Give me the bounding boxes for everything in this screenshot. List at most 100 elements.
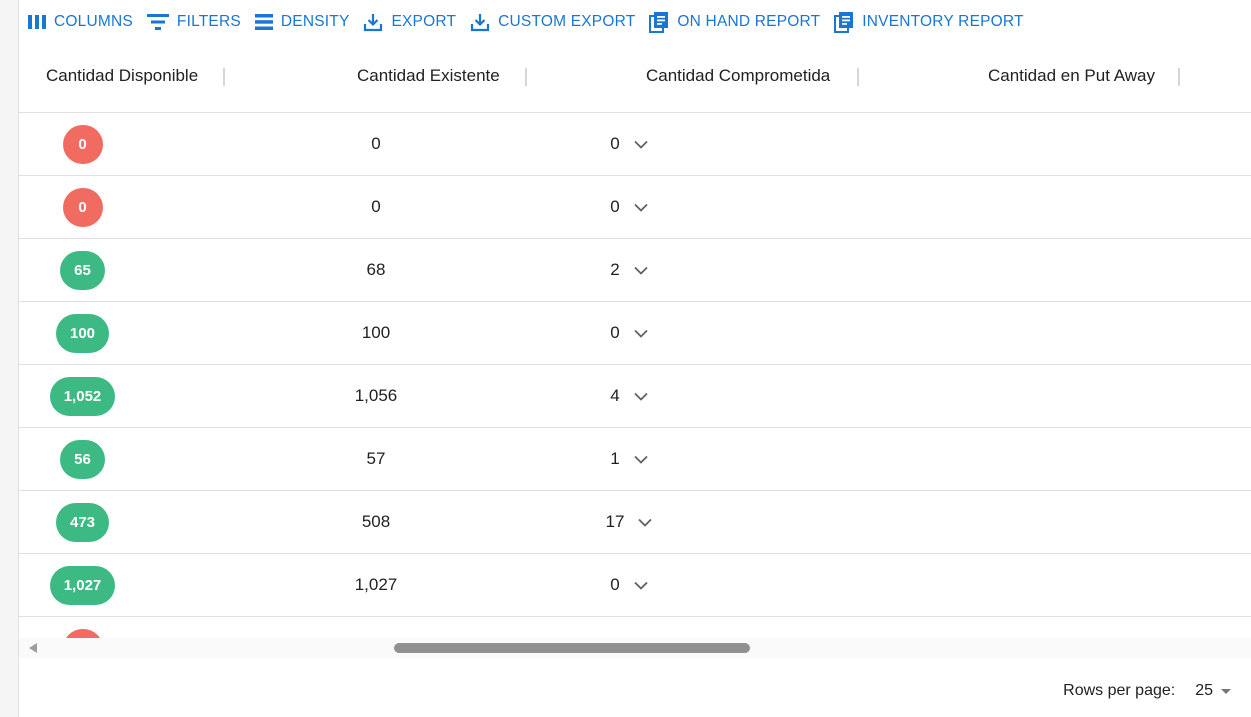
comprometida-cell: 17	[559, 491, 699, 553]
comprometida-value: 0	[610, 323, 620, 342]
comprometida-cell: 0	[559, 176, 699, 238]
chevron-down-icon[interactable]	[638, 518, 653, 527]
disponible-cell: 1,027	[19, 554, 146, 616]
comprometida-cell: 4	[559, 365, 699, 427]
existente-cell: 0	[371, 197, 381, 216]
chevron-down-icon[interactable]	[634, 203, 648, 212]
density-icon	[254, 14, 273, 30]
left-edge	[0, 0, 19, 717]
disponible-badge: 65	[60, 250, 105, 290]
columns-button[interactable]: COLUMNS	[28, 13, 133, 31]
column-header-cantidad-disponible[interactable]: Cantidad Disponible	[46, 66, 198, 86]
existente-cell: 0	[371, 134, 381, 153]
disponible-cell: 0	[19, 176, 146, 238]
disponible-badge: 1,052	[49, 376, 116, 416]
comprometida-cell: 0	[559, 617, 699, 638]
inventory-report-button[interactable]: INVENTORY REPORT	[834, 11, 1023, 33]
existente-cell: 57	[366, 449, 386, 468]
grid-body: 0 0 0 0 0 0 65 68 2 100 100 0 1,052 1,056 4 56 57 1 473 508…	[19, 113, 1251, 638]
disponible-cell: 100	[19, 302, 146, 364]
column-header-cantidad-en-put-away[interactable]: Cantidad en Put Away	[988, 66, 1155, 86]
existente-cell: 1,027	[354, 575, 398, 594]
disponible-cell: 65	[19, 239, 146, 301]
comprometida-value: 0	[610, 575, 620, 594]
existente-cell: 1,056	[354, 386, 398, 405]
existente-cell: 100	[361, 323, 391, 342]
export-label: EXPORT	[391, 13, 457, 30]
horizontal-scrollbar[interactable]	[19, 638, 1251, 658]
on-hand-report-label: ON HAND REPORT	[677, 13, 821, 30]
density-button[interactable]: DENSITY	[254, 13, 350, 31]
table-row[interactable]: 0 0 0	[19, 113, 1251, 176]
comprometida-cell: 0	[559, 113, 699, 175]
comprometida-value: 1	[610, 449, 620, 468]
disponible-cell: 0	[19, 113, 146, 175]
rows-per-page-label: Rows per page:	[1063, 682, 1176, 699]
chevron-down-icon[interactable]	[634, 140, 648, 149]
disponible-cell: 1,052	[19, 365, 146, 427]
table-row[interactable]: 0 0 0	[19, 176, 1251, 239]
custom-export-button[interactable]: CUSTOM EXPORT	[470, 12, 635, 32]
chevron-down-icon[interactable]	[634, 455, 648, 464]
table-row[interactable]: 0 0 0	[19, 617, 1251, 638]
column-header-cantidad-existente[interactable]: Cantidad Existente	[357, 66, 500, 86]
comprometida-value: 4	[610, 386, 620, 405]
export-button[interactable]: EXPORT	[363, 12, 456, 32]
pagination-footer: Rows per page: 25	[1063, 676, 1231, 706]
disponible-cell: 473	[19, 491, 146, 553]
comprometida-value: 17	[605, 512, 625, 531]
column-separator[interactable]	[223, 68, 225, 86]
table-row[interactable]: 1,027 1,027 0	[19, 554, 1251, 617]
table-row[interactable]: 473 508 17	[19, 491, 1251, 554]
filter-icon	[146, 14, 169, 30]
custom-export-label: CUSTOM EXPORT	[498, 13, 636, 30]
disponible-cell: 0	[19, 617, 146, 638]
chevron-down-icon[interactable]	[634, 392, 648, 401]
table-row[interactable]: 65 68 2	[19, 239, 1251, 302]
filters-label: FILTERS	[176, 13, 241, 30]
existente-cell: 0	[276, 617, 476, 638]
comprometida-cell: 2	[559, 239, 699, 301]
disponible-badge: 0	[62, 187, 103, 227]
report-icon	[649, 12, 669, 33]
filters-button[interactable]: FILTERS	[146, 13, 241, 31]
comprometida-cell: 0	[559, 302, 699, 364]
comprometida-value: 0	[610, 134, 620, 153]
comprometida-cell: 0	[559, 554, 699, 616]
columns-icon	[28, 15, 46, 29]
comprometida-value: 0	[610, 197, 620, 216]
disponible-badge: 56	[60, 439, 105, 479]
scroll-left-arrow-icon[interactable]	[29, 643, 37, 653]
table-row[interactable]: 1,052 1,056 4	[19, 365, 1251, 428]
scrollbar-thumb[interactable]	[394, 643, 750, 653]
report-icon	[834, 12, 854, 33]
disponible-badge: 473	[55, 502, 110, 542]
column-separator[interactable]	[857, 68, 859, 86]
caret-down-icon	[1221, 688, 1231, 694]
disponible-badge: 0	[62, 124, 103, 164]
chevron-down-icon[interactable]	[634, 266, 648, 275]
rows-per-page-value: 25	[1195, 682, 1213, 699]
chevron-down-icon[interactable]	[634, 581, 648, 590]
download-icon	[471, 14, 490, 32]
download-icon	[364, 14, 383, 32]
table-row[interactable]: 100 100 0	[19, 302, 1251, 365]
disponible-badge: 100	[55, 313, 110, 353]
disponible-badge: 0	[62, 628, 103, 638]
on-hand-report-button[interactable]: ON HAND REPORT	[649, 11, 820, 33]
column-separator[interactable]	[1178, 68, 1180, 86]
column-separator[interactable]	[525, 68, 527, 86]
inventory-report-label: INVENTORY REPORT	[862, 13, 1024, 30]
existente-cell: 68	[366, 260, 386, 279]
comprometida-cell: 1	[559, 428, 699, 490]
table-row[interactable]: 56 57 1	[19, 428, 1251, 491]
density-label: DENSITY	[280, 13, 350, 30]
column-header-row: Cantidad Disponible Cantidad Existente C…	[19, 46, 1251, 113]
columns-label: COLUMNS	[54, 13, 133, 30]
comprometida-value: 2	[610, 260, 620, 279]
chevron-down-icon[interactable]	[634, 329, 648, 338]
rows-per-page-select[interactable]: 25	[1195, 682, 1231, 700]
existente-cell: 508	[361, 512, 391, 531]
column-header-cantidad-comprometida[interactable]: Cantidad Comprometida	[646, 66, 830, 86]
grid-toolbar: COLUMNS FILTERS DENSITY EXPORT CUSTOM EX…	[28, 9, 1038, 35]
